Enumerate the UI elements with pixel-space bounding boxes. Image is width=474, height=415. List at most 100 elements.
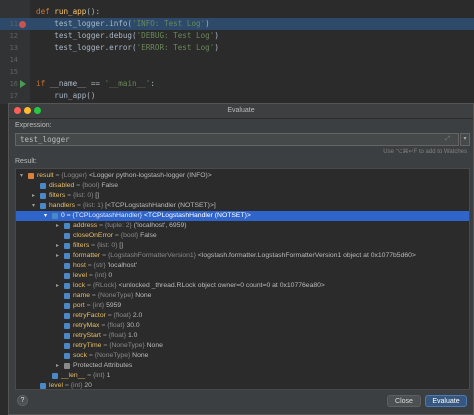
- tree-row[interactable]: ▾ 0 = {TCPLogstashHandler} <TCPLogstashHa…: [16, 211, 469, 221]
- expand-arrow-icon[interactable]: ▸: [56, 251, 59, 261]
- expand-icon[interactable]: ⤢: [445, 136, 450, 143]
- tree-row-text: 0 = {TCPLogstashHandler} <TCPLogstashHan…: [61, 212, 251, 219]
- code-text: run_app(): [36, 91, 96, 100]
- chevron-down-icon[interactable]: ▾: [460, 133, 470, 146]
- variable-icon: [64, 313, 70, 319]
- tree-row[interactable]: closeOnError = {bool} False: [16, 231, 469, 241]
- variable-icon: [64, 243, 70, 249]
- variable-icon: [40, 183, 46, 189]
- tree-row-text: retryFactor = {float} 2.0: [73, 312, 143, 319]
- question-icon[interactable]: ?: [17, 395, 28, 406]
- tree-row[interactable]: port = {int} 5959: [16, 301, 469, 311]
- tree-row[interactable]: retryTime = {NoneType} None: [16, 341, 469, 351]
- line-number: 14: [9, 56, 18, 64]
- expression-value: test_logger: [20, 135, 70, 144]
- tree-row-text: filters = {list: 0} []: [49, 192, 100, 199]
- expand-arrow-icon[interactable]: ▸: [56, 361, 59, 371]
- line-number: 15: [9, 68, 18, 76]
- collapse-icon[interactable]: ▾: [44, 211, 47, 221]
- dialog-titlebar: Evaluate: [9, 104, 473, 119]
- tree-row[interactable]: ▸ lock = {RLock} <unlocked _thread.RLock …: [16, 281, 469, 291]
- variable-icon: [64, 283, 70, 289]
- breakpoint-icon[interactable]: [19, 20, 26, 28]
- tree-row[interactable]: ▾ result = {Logger} <Logger python-logsta…: [16, 171, 469, 181]
- code-line[interactable]: 11 test_logger.info('INFO: Test Log'): [0, 18, 474, 30]
- tree-row[interactable]: level = {int} 20: [16, 381, 469, 389]
- code-line[interactable]: 17 run_app(): [0, 90, 474, 102]
- tree-row-text: retryTime = {NoneType} None: [73, 342, 163, 349]
- variable-icon: [64, 303, 70, 309]
- variable-icon: [64, 343, 70, 349]
- variable-icon: [64, 353, 70, 359]
- expand-arrow-icon[interactable]: ▸: [32, 191, 35, 201]
- code-line[interactable]: 14: [0, 54, 474, 66]
- code-line[interactable]: 15: [0, 66, 474, 78]
- variable-icon: [52, 373, 58, 379]
- tree-row[interactable]: host = {str} 'localhost': [16, 261, 469, 271]
- variable-icon: [64, 323, 70, 329]
- tree-row[interactable]: sock = {NoneType} None: [16, 351, 469, 361]
- tree-row-text: result = {Logger} <Logger python-logstas…: [37, 172, 212, 179]
- tree-row-text: level = {int} 20: [49, 382, 92, 389]
- code-line[interactable]: 12 test_logger.debug('DEBUG: Test Log'): [0, 30, 474, 42]
- code-editor[interactable]: def run_app(): 11 test_logger.info('INFO:…: [0, 0, 474, 104]
- tree-row[interactable]: name = {NoneType} None: [16, 291, 469, 301]
- line-number: 17: [9, 92, 18, 100]
- expand-arrow-icon[interactable]: ▸: [56, 281, 59, 291]
- attributes-icon: [64, 363, 70, 369]
- code-line[interactable]: 13 test_logger.error('ERROR: Test Log'): [0, 42, 474, 54]
- watches-hint: Use ⌥⌘↵F to add to Watches: [383, 149, 467, 155]
- tree-row-text: formatter = {LogstashFormatterVersion1} …: [73, 252, 416, 259]
- tree-row-text: port = {int} 5959: [73, 302, 122, 309]
- tree-row[interactable]: ▸ address = {tuple: 2} ('localhost', 6959…: [16, 221, 469, 231]
- expand-arrow-icon[interactable]: ▸: [56, 221, 59, 231]
- tree-row[interactable]: retryMax = {float} 30.0: [16, 321, 469, 331]
- variable-icon: [40, 193, 46, 199]
- variable-icon: [64, 293, 70, 299]
- result-label: Result:: [15, 158, 37, 165]
- evaluate-dialog: Evaluate Expression: test_logger ⤢ ▾ Use…: [8, 103, 474, 415]
- code-text: def run_app():: [36, 7, 101, 16]
- variable-icon: [64, 233, 70, 239]
- code-line[interactable]: def run_app():: [0, 6, 474, 18]
- tree-row[interactable]: retryFactor = {float} 2.0: [16, 311, 469, 321]
- expand-arrow-icon[interactable]: ▸: [56, 241, 59, 251]
- variable-icon: [64, 273, 70, 279]
- tree-row[interactable]: ▾ handlers = {list: 1} [<TCPLogstashHandl…: [16, 201, 469, 211]
- line-number: 13: [9, 44, 18, 52]
- tree-row-text: level = {int} 0: [73, 272, 113, 279]
- tree-row[interactable]: level = {int} 0: [16, 271, 469, 281]
- tree-row[interactable]: disabled = {bool} False: [16, 181, 469, 191]
- tree-row-text: address = {tuple: 2} ('localhost', 6959): [73, 222, 187, 229]
- code-text: test_logger.info('INFO: Test Log'): [36, 19, 210, 28]
- close-button[interactable]: Close: [387, 395, 421, 407]
- result-tree[interactable]: ▾ result = {Logger} <Logger python-logsta…: [15, 168, 470, 390]
- code-text: test_logger.error('ERROR: Test Log'): [36, 43, 219, 52]
- tree-row-text: sock = {NoneType} None: [73, 352, 149, 359]
- tree-row-text: host = {str} 'localhost': [73, 262, 138, 269]
- line-number: 12: [9, 32, 18, 40]
- collapse-icon[interactable]: ▾: [20, 171, 23, 181]
- tree-row[interactable]: ▸ formatter = {LogstashFormatterVersion1}…: [16, 251, 469, 261]
- tree-row[interactable]: retryStart = {float} 1.0: [16, 331, 469, 341]
- variable-icon: [64, 223, 70, 229]
- expression-input[interactable]: test_logger ⤢: [15, 133, 459, 146]
- collapse-icon[interactable]: ▾: [32, 201, 35, 211]
- evaluate-button[interactable]: Evaluate: [425, 395, 467, 407]
- tree-row-text: name = {NoneType} None: [73, 292, 152, 299]
- variable-icon: [64, 253, 70, 259]
- code-line[interactable]: 16 if __name__ == '__main__':: [0, 78, 474, 90]
- line-number: 11: [9, 20, 18, 28]
- tree-row-text: lock = {RLock} <unlocked _thread.RLock o…: [73, 282, 325, 289]
- variable-icon: [64, 263, 70, 269]
- tree-row-text: disabled = {bool} False: [49, 182, 118, 189]
- tree-row[interactable]: ▸ Protected Attributes: [16, 361, 469, 371]
- variable-icon: [64, 333, 70, 339]
- tree-row-text: closeOnError = {bool} False: [73, 232, 157, 239]
- tree-row[interactable]: ▸ filters = {list: 0} []: [16, 191, 469, 201]
- run-icon[interactable]: [20, 80, 26, 88]
- variable-icon: [52, 213, 58, 219]
- tree-row[interactable]: __len__ = {int} 1: [16, 371, 469, 381]
- code-text: test_logger.debug('DEBUG: Test Log'): [36, 31, 219, 40]
- tree-row[interactable]: ▸ filters = {list: 0} []: [16, 241, 469, 251]
